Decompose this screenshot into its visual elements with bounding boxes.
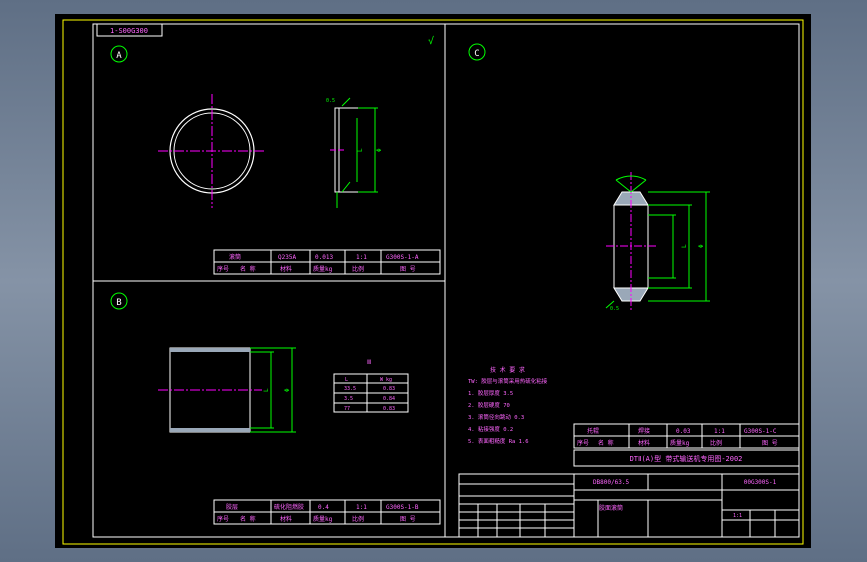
tba-name: 滚筒	[229, 253, 241, 261]
tba-mass: 0.013	[315, 254, 333, 261]
table-b-r2c2: 0.84	[383, 396, 395, 402]
view-a-dim-inner: L	[357, 148, 364, 152]
spec-label: DB800/63.5	[593, 479, 630, 486]
drawing-number: 1-S00G300	[110, 27, 148, 35]
tbb-h-drawing: 图 号	[400, 516, 416, 523]
tba-material: Q235A	[278, 254, 296, 261]
tbc-h-no: 序号	[577, 439, 589, 447]
tba-h-mass: 质量kg	[313, 265, 333, 273]
tba-scale: 1:1	[356, 254, 367, 261]
tbb-scale: 1:1	[356, 504, 367, 511]
project-title: DTⅡ(A)型 带式输送机专用图-2002	[630, 454, 743, 463]
table-b-r3c2: 0.83	[383, 406, 395, 412]
code-label: 00G300S-1	[744, 479, 777, 486]
tbc-h-scale: 比例	[710, 439, 722, 447]
tbb-h-name: 名 称	[240, 515, 256, 523]
table-b-r1c1: 33.5	[344, 386, 356, 392]
tbb-mass: 0.4	[318, 504, 329, 511]
view-a-dim-diameter: Φ	[376, 148, 383, 152]
tbc-h-drawing: 图 号	[762, 440, 778, 447]
table-b-h2: W kg	[380, 377, 392, 383]
view-marker-b-label: B	[116, 298, 121, 308]
view-c-dim-mid: L	[681, 244, 688, 248]
tech-req-title: 技 术 要 求	[490, 366, 525, 374]
table-b-r1c2: 0.83	[383, 386, 395, 392]
tech-req-item-3: 3. 滚筒径向跳动 0.3	[468, 413, 524, 421]
view-b-dim-outer: Φ	[284, 388, 291, 392]
tbb-name: 胶层	[226, 503, 238, 511]
tba-h-drawing: 图 号	[400, 266, 416, 273]
tba-h-no: 序号	[217, 265, 229, 273]
cad-viewport: 1-S00G300 √ A B C 0.5 Φ L 滚筒 Q235A 0.013…	[55, 14, 811, 548]
tech-req-item-4: 4. 粘接强度 0.2	[468, 425, 513, 433]
tech-req-item-1: 1. 胶层厚度 3.5	[468, 389, 513, 397]
tech-req-item-5: 5. 表面粗糙度 Ra 1.6	[468, 437, 529, 445]
tbc-scale: 1:1	[714, 428, 725, 435]
tbb-h-material: 材料	[280, 515, 292, 523]
view-c-dim-chamfer: 0.5	[610, 306, 619, 312]
view-c-dim-outer: Φ	[698, 244, 705, 248]
tba-drawing-no: G300S-1-A	[386, 254, 419, 261]
view-marker-c-label: C	[474, 49, 479, 59]
tbc-mass: 0.03	[676, 428, 691, 435]
table-b-h1: L	[345, 377, 348, 383]
tbc-h-material: 材料	[638, 439, 650, 447]
tbc-h-mass: 质量kg	[670, 439, 690, 447]
table-b-mark: Ⅲ	[367, 359, 371, 366]
roughness-symbol: √	[428, 35, 434, 47]
tbc-material: 焊接	[638, 427, 650, 435]
view-b-dim-inner: L	[263, 388, 270, 392]
table-b-r3c1: 77	[344, 406, 350, 412]
tbb-h-scale: 比例	[352, 515, 364, 523]
tbc-name: 托辊	[587, 427, 599, 435]
tbc-h-name: 名 称	[598, 439, 614, 447]
tba-h-name: 名 称	[240, 265, 256, 273]
tech-req-item-0: TW: 胶层与滚筒采用热硫化粘接	[468, 377, 548, 385]
tbc-drawing-no: G300S-1-C	[744, 428, 777, 435]
sheet-scale: 1:1	[733, 513, 742, 519]
tbb-drawing-no: G300S-1-B	[386, 504, 419, 511]
part-name: 胶面滚筒	[599, 504, 623, 512]
tbb-h-mass: 质量kg	[313, 515, 333, 523]
table-b-r2c1: 3.5	[344, 396, 353, 402]
tbb-h-no: 序号	[217, 515, 229, 523]
tba-h-material: 材料	[280, 265, 292, 273]
tba-h-scale: 比例	[352, 265, 364, 273]
view-marker-a-label: A	[116, 51, 122, 61]
view-a-dim-thickness: 0.5	[326, 98, 335, 104]
tbb-material: 硫化阻燃胶	[274, 503, 304, 511]
tech-req-item-2: 2. 胶层硬度 70	[468, 401, 510, 409]
